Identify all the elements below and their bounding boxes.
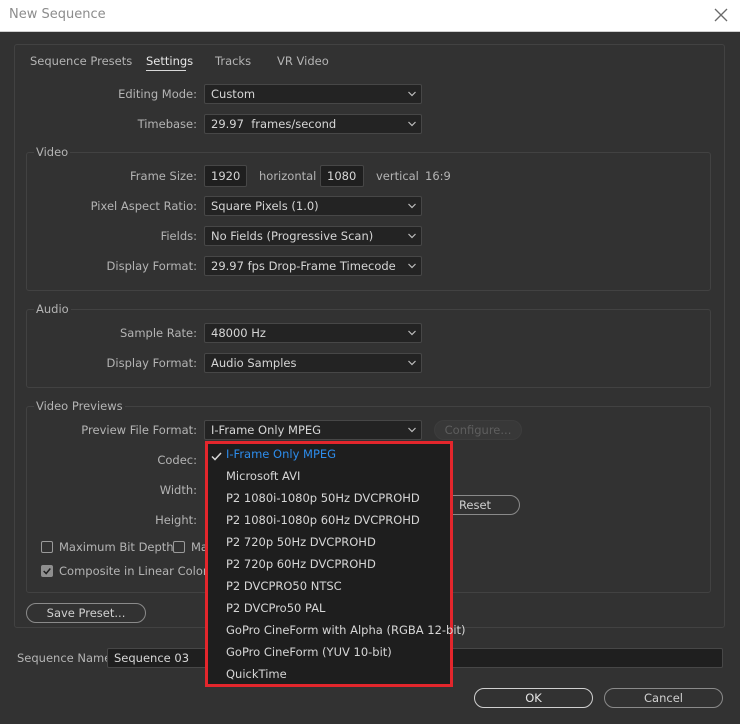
frame-width-input[interactable]: 1920 xyxy=(204,165,247,187)
preview-file-format-dropdown: I-Frame Only MPEG Microsoft AVI P2 1080i… xyxy=(205,441,466,687)
fields-value: No Fields (Progressive Scan) xyxy=(211,229,374,243)
chevron-down-icon xyxy=(408,330,416,336)
sample-rate-select[interactable]: 48000 Hz xyxy=(204,323,422,343)
timebase-value: 29.97 frames/second xyxy=(211,117,337,131)
max-bit-depth-label: Maximum Bit Depth xyxy=(59,540,174,554)
audio-group-title: Audio xyxy=(34,302,71,316)
sample-rate-label: Sample Rate: xyxy=(119,326,197,340)
editing-mode-select[interactable]: Custom xyxy=(204,84,422,104)
cancel-button[interactable]: Cancel xyxy=(604,688,723,708)
dropdown-item-p2-720p-60hz[interactable]: P2 720p 60Hz DVCPROHD xyxy=(226,557,376,571)
video-display-format-select[interactable]: 29.97 fps Drop-Frame Timecode xyxy=(204,256,422,276)
chevron-down-icon xyxy=(408,233,416,239)
active-tab-underline xyxy=(146,70,186,71)
window-title: New Sequence xyxy=(9,7,106,22)
video-previews-group-title: Video Previews xyxy=(34,399,125,413)
pixel-aspect-select[interactable]: Square Pixels (1.0) xyxy=(204,196,422,216)
chevron-down-icon xyxy=(408,427,416,433)
dropdown-item-p2-dvcpro50-pal[interactable]: P2 DVCPro50 PAL xyxy=(226,601,325,615)
codec-label: Codec: xyxy=(157,453,197,467)
tab-tracks[interactable]: Tracks xyxy=(215,54,251,68)
preview-file-format-value: I-Frame Only MPEG xyxy=(211,423,322,437)
horizontal-label: horizontal xyxy=(259,169,317,183)
audio-group xyxy=(26,309,711,388)
editing-mode-label: Editing Mode: xyxy=(118,87,197,101)
frame-height-input[interactable]: 1080 xyxy=(320,165,364,187)
aspect-ratio-text: 16:9 xyxy=(425,169,451,183)
timebase-label: Timebase: xyxy=(137,117,197,131)
dropdown-item-label: I-Frame Only MPEG xyxy=(226,447,337,461)
width-label: Width: xyxy=(159,483,197,497)
frame-size-label: Frame Size: xyxy=(130,169,197,183)
configure-button[interactable]: Configure... xyxy=(434,420,522,440)
preview-file-format-select[interactable]: I-Frame Only MPEG xyxy=(204,420,422,440)
pixel-aspect-label: Pixel Aspect Ratio: xyxy=(90,199,197,213)
max-render-quality-checkbox[interactable] xyxy=(173,541,185,553)
save-preset-button[interactable]: Save Preset... xyxy=(26,603,146,623)
checkmark-icon xyxy=(43,568,51,575)
composite-linear-label: Composite in Linear Color (re xyxy=(59,564,228,578)
composite-linear-checkbox[interactable] xyxy=(41,565,53,577)
dropdown-item-p2-1080-60hz[interactable]: P2 1080i-1080p 60Hz DVCPROHD xyxy=(226,513,420,527)
dropdown-item-i-frame-only-mpeg[interactable]: I-Frame Only MPEG xyxy=(211,447,337,461)
tab-vr-video[interactable]: VR Video xyxy=(277,54,329,68)
chevron-down-icon xyxy=(408,91,416,97)
video-group-title: Video xyxy=(34,145,71,159)
checkmark-icon xyxy=(211,452,222,461)
pixel-aspect-value: Square Pixels (1.0) xyxy=(211,199,319,213)
editing-mode-value: Custom xyxy=(211,87,256,101)
dropdown-item-p2-720p-50hz[interactable]: P2 720p 50Hz DVCPROHD xyxy=(226,535,376,549)
video-display-format-label: Display Format: xyxy=(106,259,197,273)
audio-display-format-value: Audio Samples xyxy=(211,356,297,370)
chevron-down-icon xyxy=(408,360,416,366)
dropdown-item-gopro-cineform-alpha[interactable]: GoPro CineForm with Alpha (RGBA 12-bit) xyxy=(226,623,466,637)
vertical-label: vertical xyxy=(376,169,419,183)
tab-settings[interactable]: Settings xyxy=(146,54,193,68)
timebase-select[interactable]: 29.97 frames/second xyxy=(204,114,422,134)
tab-sequence-presets[interactable]: Sequence Presets xyxy=(30,54,132,68)
dropdown-item-p2-dvcpro50-ntsc[interactable]: P2 DVCPRO50 NTSC xyxy=(226,579,342,593)
audio-display-format-select[interactable]: Audio Samples xyxy=(204,353,422,373)
dropdown-item-p2-1080-50hz[interactable]: P2 1080i-1080p 50Hz DVCPROHD xyxy=(226,491,420,505)
chevron-down-icon xyxy=(408,121,416,127)
max-bit-depth-checkbox[interactable] xyxy=(41,541,53,553)
new-sequence-dialog: New Sequence Sequence Presets Settings T… xyxy=(0,0,740,724)
preview-file-format-label: Preview File Format: xyxy=(81,423,197,437)
dropdown-item-quicktime[interactable]: QuickTime xyxy=(226,667,287,681)
sequence-name-label: Sequence Name: xyxy=(17,651,116,665)
title-bar: New Sequence xyxy=(0,0,740,32)
height-label: Height: xyxy=(155,513,197,527)
chevron-down-icon xyxy=(408,263,416,269)
dropdown-item-microsoft-avi[interactable]: Microsoft AVI xyxy=(226,469,300,483)
ok-button[interactable]: OK xyxy=(474,688,593,708)
fields-select[interactable]: No Fields (Progressive Scan) xyxy=(204,226,422,246)
chevron-down-icon xyxy=(408,203,416,209)
close-icon[interactable] xyxy=(711,5,731,25)
video-display-format-value: 29.97 fps Drop-Frame Timecode xyxy=(211,259,396,273)
dropdown-item-gopro-cineform-yuv[interactable]: GoPro CineForm (YUV 10-bit) xyxy=(226,645,392,659)
audio-display-format-label: Display Format: xyxy=(106,356,197,370)
sample-rate-value: 48000 Hz xyxy=(211,326,266,340)
fields-label: Fields: xyxy=(160,229,197,243)
